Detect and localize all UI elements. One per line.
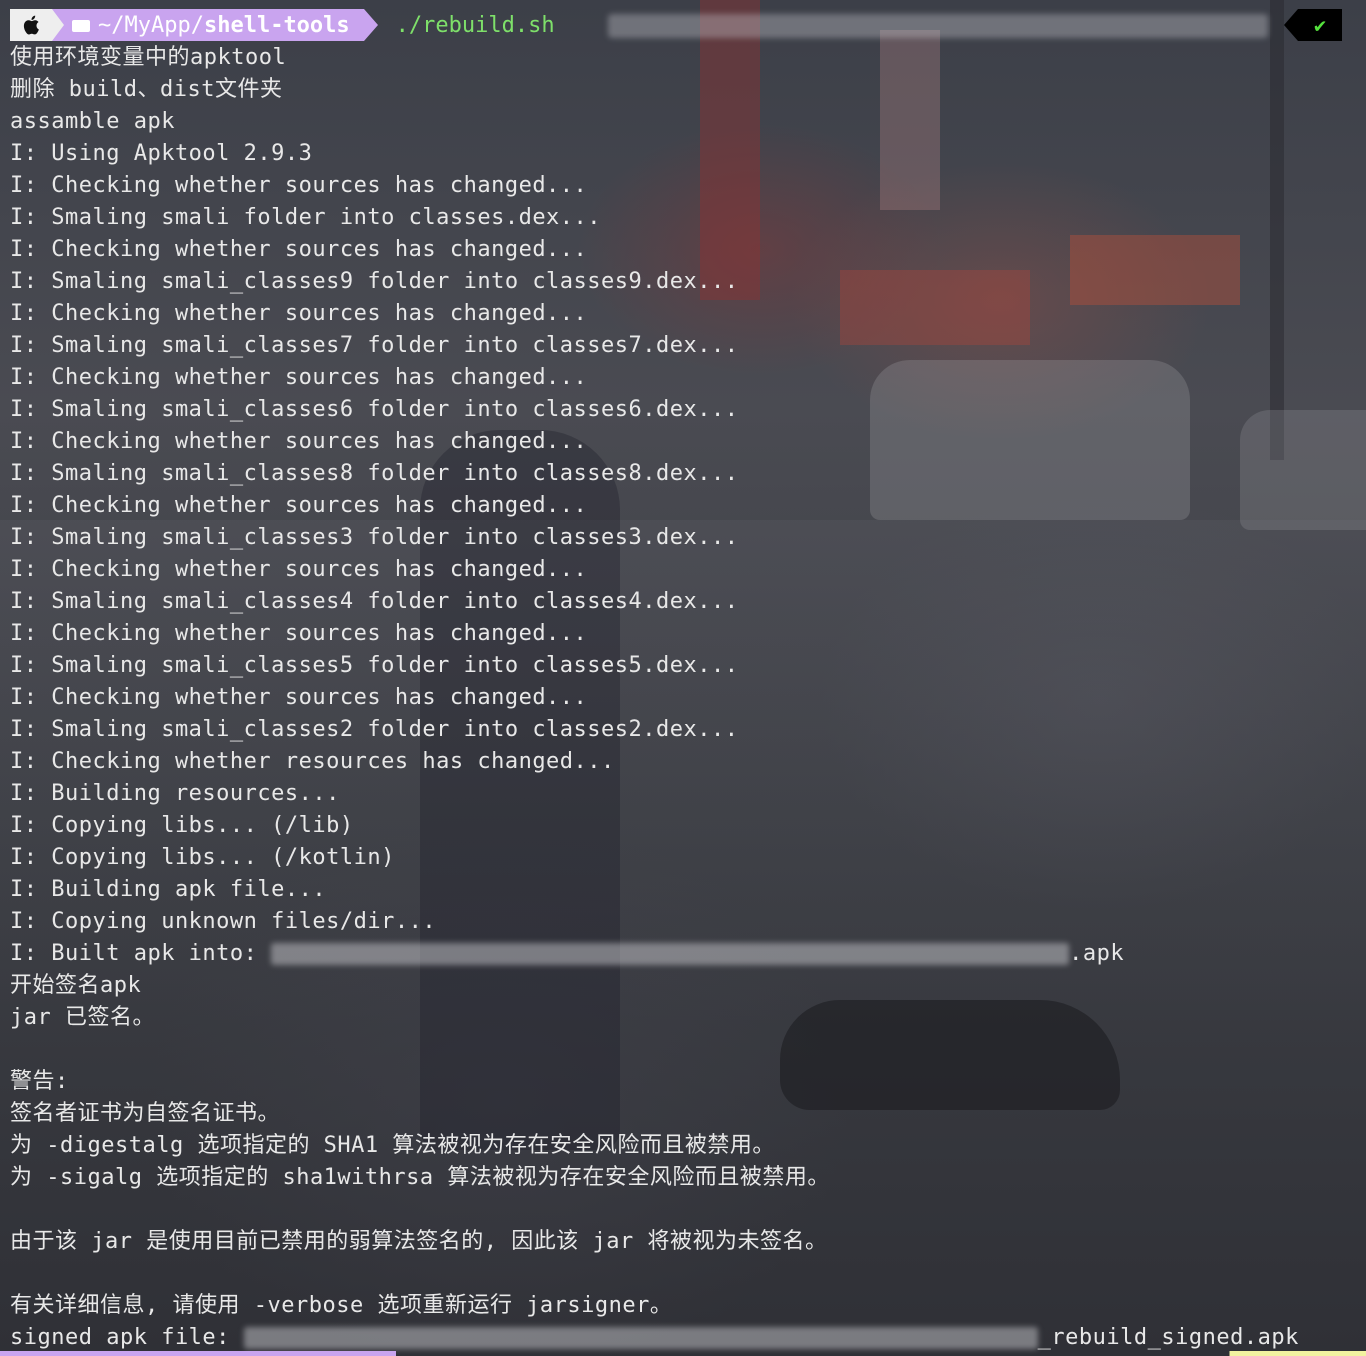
- output-line: 使用环境变量中的apktool: [10, 45, 287, 70]
- checkmark-icon: ✔: [1298, 9, 1342, 41]
- output-line: I: Copying libs... (/kotlin): [10, 845, 395, 870]
- output-line: I: Checking whether sources has changed.…: [10, 493, 588, 518]
- output-line: I: Building apk file...: [10, 877, 327, 902]
- shell-prompt: ~/MyApp/shell-tools ./rebuild.sh: [10, 9, 555, 41]
- output-line: I: Smaling smali_classes5 folder into cl…: [10, 653, 739, 678]
- output-line: I: Using Apktool 2.9.3: [10, 141, 313, 166]
- output-block-build: 使用环境变量中的apktool 删除 build、dist文件夹 assamble …: [10, 42, 1366, 938]
- prompt-separator: [52, 9, 64, 41]
- built-suffix: .apk: [1069, 941, 1125, 966]
- output-line: I: Smaling smali_classes7 folder into cl…: [10, 333, 739, 358]
- folder-icon: [72, 20, 90, 32]
- output-line: I: Smaling smali_classes9 folder into cl…: [10, 269, 739, 294]
- output-line: 警告:: [10, 1069, 69, 1094]
- output-line: 开始签名apk: [10, 973, 142, 998]
- output-line: 签名者证书为自签名证书。: [10, 1101, 281, 1126]
- output-line: 为 -sigalg 选项指定的 sha1withrsa 算法被视为存在安全风险而…: [10, 1165, 830, 1190]
- output-line: I: Checking whether sources has changed.…: [10, 685, 588, 710]
- output-line: I: Copying unknown files/dir...: [10, 909, 437, 934]
- output-line: I: Building resources...: [10, 781, 340, 806]
- output-line: I: Checking whether resources has change…: [10, 749, 615, 774]
- redacted-title: [608, 14, 1268, 38]
- prompt-separator: [363, 9, 378, 41]
- output-line: I: Checking whether sources has changed.…: [10, 173, 588, 198]
- output-line: I: Smaling smali_classes8 folder into cl…: [10, 461, 739, 486]
- apple-logo-svg: [23, 15, 39, 35]
- output-line: I: Checking whether sources has changed.…: [10, 429, 588, 454]
- output-line: I: Checking whether sources has changed.…: [10, 237, 588, 262]
- cwd-dir: shell-tools: [203, 12, 350, 38]
- output-line: I: Copying libs... (/lib): [10, 813, 354, 838]
- signed-suffix: _rebuild_signed.apk: [1037, 1325, 1299, 1350]
- built-prefix: I: Built apk into:: [10, 941, 272, 966]
- status-separator: [1284, 9, 1298, 41]
- output-line: 删除 build、dist文件夹: [10, 77, 283, 102]
- output-line: I: Smaling smali_classes2 folder into cl…: [10, 717, 739, 742]
- output-line: I: Checking whether sources has changed.…: [10, 557, 588, 582]
- cwd-prefix: ~/MyApp/: [98, 12, 204, 38]
- output-line: I: Smaling smali_classes6 folder into cl…: [10, 397, 739, 422]
- signed-prefix: signed apk file:: [10, 1325, 244, 1350]
- output-line-built: I: Built apk into: .apk: [10, 938, 1366, 970]
- apple-icon: [10, 9, 52, 41]
- exit-status: ✔: [1284, 9, 1342, 41]
- output-line: I: Smaling smali folder into classes.dex…: [10, 205, 602, 230]
- next-prompt-strip: [0, 1351, 1366, 1356]
- output-line: 由于该 jar 是使用目前已禁用的弱算法签名的, 因此该 jar 将被视为未签名…: [10, 1229, 828, 1254]
- cwd-segment: ~/MyApp/shell-tools: [64, 9, 364, 41]
- output-block-sign: 开始签名apk jar 已签名。 警告: 签名者证书为自签名证书。为 -digesta…: [10, 970, 1366, 1322]
- output-line: jar 已签名。: [10, 1005, 155, 1030]
- output-line: I: Checking whether sources has changed.…: [10, 301, 588, 326]
- output-line: assamble apk: [10, 109, 175, 134]
- output-line: 有关详细信息, 请使用 -verbose 选项重新运行 jarsigner。: [10, 1293, 673, 1318]
- redacted-path: [271, 943, 1070, 965]
- output-line: I: Smaling smali_classes4 folder into cl…: [10, 589, 739, 614]
- redacted-path: [243, 1327, 1038, 1349]
- output-line-signed: signed apk file: _rebuild_signed.apk: [10, 1322, 1366, 1354]
- output-line: I: Checking whether sources has changed.…: [10, 365, 588, 390]
- terminal-output[interactable]: 使用环境变量中的apktool 删除 build、dist文件夹 assamble …: [10, 42, 1366, 1354]
- output-line: I: Checking whether sources has changed.…: [10, 621, 588, 646]
- output-line: I: Smaling smali_classes3 folder into cl…: [10, 525, 739, 550]
- command-text: ./rebuild.sh: [395, 12, 555, 38]
- output-line: 为 -digestalg 选项指定的 SHA1 算法被视为存在安全风险而且被禁用…: [10, 1133, 775, 1158]
